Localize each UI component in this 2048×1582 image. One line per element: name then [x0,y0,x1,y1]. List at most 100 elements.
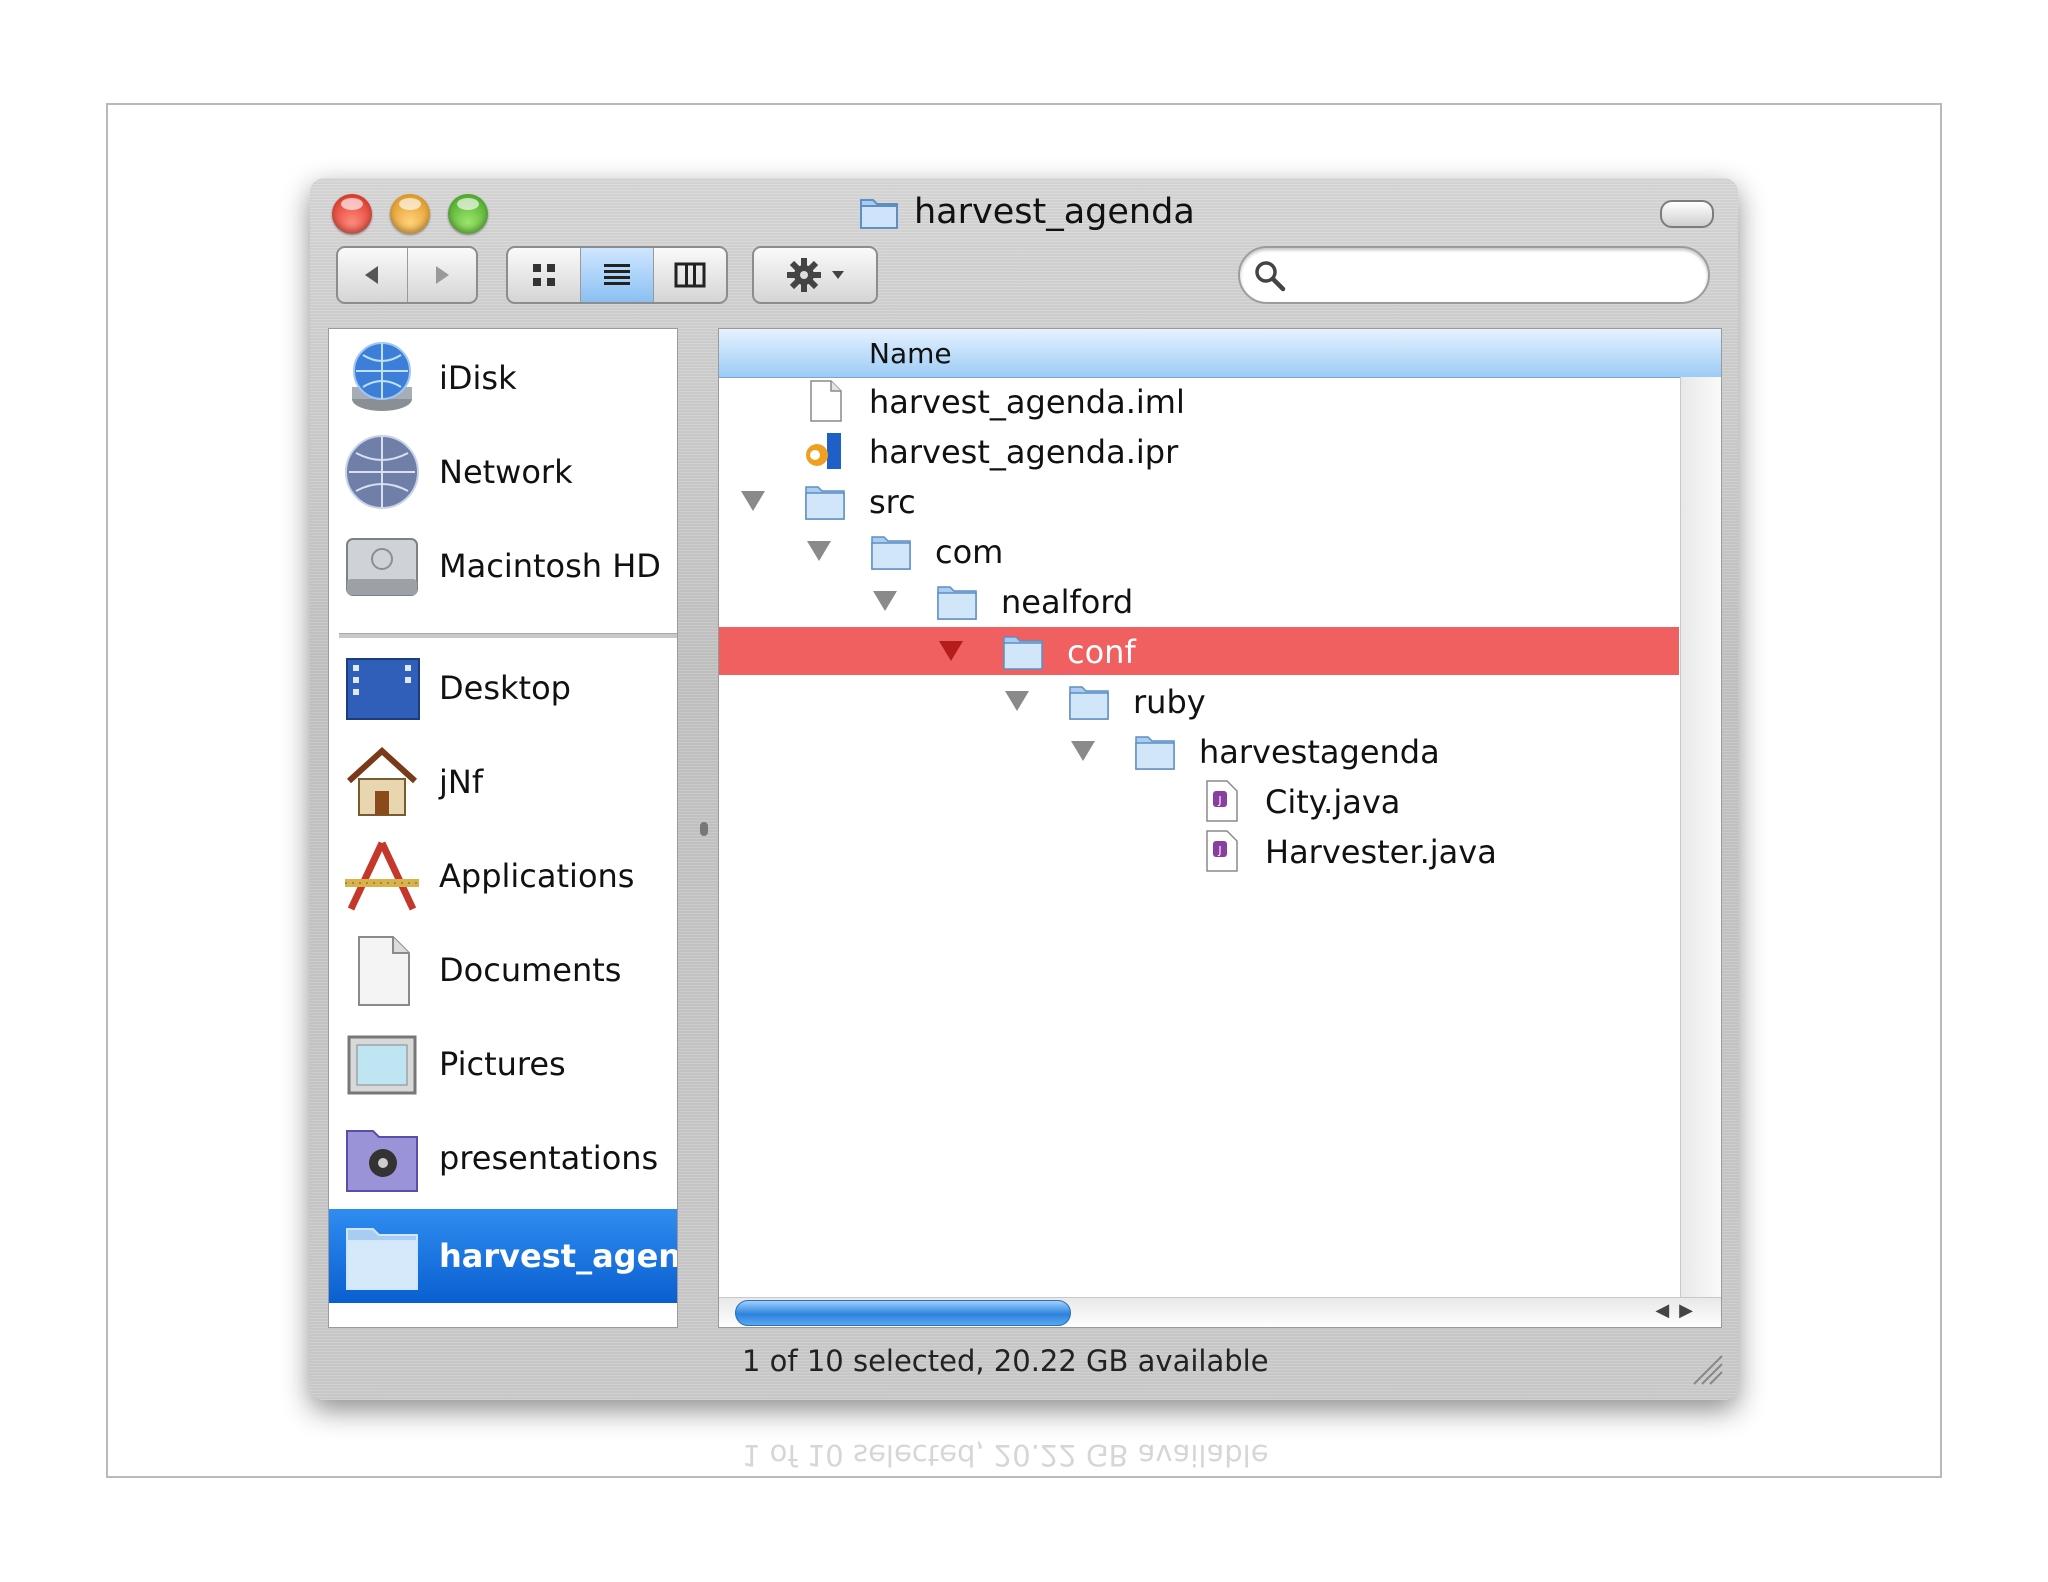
column-header-label: Name [869,337,952,370]
list-item-label: src [869,483,916,521]
status-bar: 1 of 10 selected, 20.22 GB available [742,1344,1269,1378]
list-item-label: City.java [1265,783,1401,821]
folder-icon [1003,636,1043,670]
sidebar-item-network[interactable]: Network [329,429,677,515]
horizontal-scrollbar[interactable]: ◀ ▶ [719,1297,1721,1327]
list-view-icon [604,264,630,285]
disclosure-triangle[interactable] [807,541,831,561]
window-title-bar: harvest_agenda [858,190,1195,234]
navigation-buttons [336,246,478,304]
gear-icon [787,258,821,292]
home-icon [346,746,418,816]
column-view-button[interactable] [654,248,726,302]
sidebar-item-macintosh-hd[interactable]: Macintosh HD [329,523,677,609]
list-item[interactable]: J Harvester.java [719,827,1679,875]
sidebar-item-label: harvest_agen... [439,1237,677,1275]
finder-window: harvest_agenda iDisk Network Macintosh H… [310,178,1738,1400]
scroll-arrows: ◀ ▶ [1655,1300,1693,1321]
sidebar-item-harvest-agenda[interactable]: harvest_agen... [329,1209,677,1303]
forward-button[interactable] [408,248,477,302]
list-item[interactable]: nealford [719,577,1679,625]
window-title: harvest_agenda [914,192,1195,232]
sidebar-item-desktop[interactable]: Desktop [329,645,677,731]
chevron-down-icon [832,271,844,279]
sidebar-item-label: Documents [439,951,622,989]
folder-icon [860,199,898,229]
folder-icon [1069,686,1109,720]
folder-icon [805,486,845,520]
sidebar-item-label: Applications [439,857,635,895]
action-menu-button[interactable] [752,246,878,304]
scroll-right-arrow-icon[interactable]: ▶ [1679,1300,1693,1321]
list-item[interactable]: src [719,477,1679,525]
list-item[interactable]: harvest_agenda.ipr [719,427,1679,475]
list-item[interactable]: harvestagenda [719,727,1679,775]
sidebar-item-label: Desktop [439,669,571,707]
sidebar-item-idisk[interactable]: iDisk [329,335,677,421]
sidebar: iDisk Network Macintosh HD Desktop jNf A… [328,328,678,1328]
back-button[interactable] [338,248,408,302]
column-header-name[interactable]: Name [719,329,1721,378]
search-icon [1255,261,1286,292]
disclosure-triangle[interactable] [939,641,963,661]
disclosure-triangle[interactable] [873,591,897,611]
folder-icon [346,1228,418,1290]
list-view-button[interactable] [581,248,654,302]
sidebar-resize-handle[interactable] [700,822,708,836]
list-item-selected[interactable]: conf [719,627,1679,675]
desktop-icon [346,658,420,720]
sidebar-item-label: Network [439,453,573,491]
back-arrow-icon [365,266,379,284]
view-mode-buttons [506,246,728,304]
disclosure-triangle[interactable] [1071,741,1095,761]
close-button[interactable] [332,194,372,234]
network-globe-icon [345,435,419,509]
sidebar-item-pictures[interactable]: Pictures [329,1021,677,1107]
documents-icon [358,936,410,1006]
scroll-left-arrow-icon[interactable]: ◀ [1655,1300,1669,1321]
idisk-icon [352,342,412,411]
svg-text:J: J [1217,844,1221,857]
sidebar-item-presentations[interactable]: presentations [329,1115,677,1201]
folder-icon [871,536,911,570]
sidebar-item-applications[interactable]: Applications [329,833,677,919]
folder-icon [937,586,977,620]
list-item-label: com [935,533,1004,571]
sidebar-item-documents[interactable]: Documents [329,927,677,1013]
zoom-button[interactable] [448,194,488,234]
sidebar-item-label: presentations [439,1139,659,1177]
icon-view-icon [533,264,555,286]
sidebar-item-jnf[interactable]: jNf [329,739,677,825]
sidebar-divider [339,633,677,638]
sidebar-item-label: iDisk [439,359,517,397]
vertical-scrollbar[interactable] [1680,377,1721,1297]
file-list: Name harvest_agenda.iml harvest_agenda.i… [718,328,1722,1328]
column-view-icon [674,262,706,288]
svg-text:J: J [1217,794,1221,807]
list-item-label: ruby [1133,683,1206,721]
list-item-label: conf [1067,633,1136,671]
sidebar-item-label: Pictures [439,1045,566,1083]
sidebar-item-label: Macintosh HD [439,547,661,585]
list-item-label: harvest_agenda.iml [869,383,1185,421]
list-item[interactable]: com [719,527,1679,575]
minimize-button[interactable] [390,194,430,234]
disclosure-triangle[interactable] [1005,691,1029,711]
forward-arrow-icon [435,266,449,284]
horizontal-scroll-thumb[interactable] [735,1300,1071,1326]
search-field[interactable] [1238,246,1710,304]
list-item[interactable]: ruby [719,677,1679,725]
java-file-icon: J [1206,780,1238,822]
search-input[interactable] [1296,256,1690,294]
toolbar-toggle-button[interactable] [1660,200,1714,228]
disclosure-triangle[interactable] [741,491,765,511]
resize-grip-icon[interactable] [1686,1348,1726,1388]
icon-view-button[interactable] [508,248,581,302]
list-item[interactable]: harvest_agenda.iml [719,377,1679,425]
list-item-label: Harvester.java [1265,833,1497,871]
presentations-folder-icon [346,1130,418,1192]
hard-drive-icon [346,538,418,596]
list-item-label: harvest_agenda.ipr [869,433,1179,471]
list-item[interactable]: J City.java [719,777,1679,825]
list-item-label: nealford [1001,583,1134,621]
